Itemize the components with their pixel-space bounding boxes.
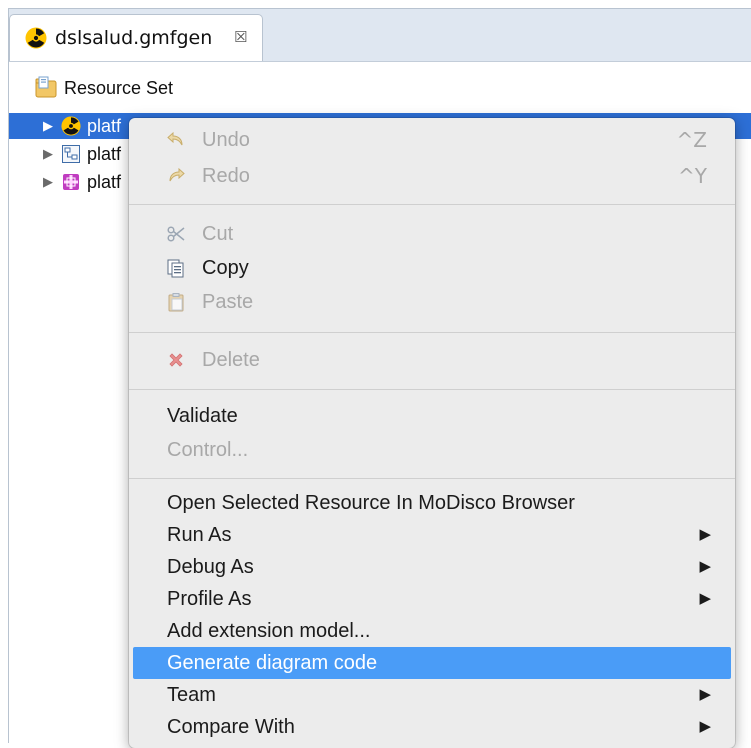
expand-arrow-icon[interactable]: ▶ [43,141,53,167]
model-icon [62,145,80,163]
menu-separator [129,389,735,390]
menu-open-modisco-label: Open Selected Resource In MoDisco Browse… [167,492,575,514]
editor-tab-title: dslsalud.gmfgen [55,27,213,49]
resource-set-icon [35,76,57,98]
menu-delete-label: Delete [202,349,260,371]
radiation-icon [25,27,47,49]
copy-icon [167,259,184,278]
menu-cut[interactable]: Cut [129,218,735,250]
menu-redo-shortcut: ^Y [678,164,707,188]
menu-control[interactable]: Control... [129,434,735,466]
menu-undo[interactable]: Undo ^Z [129,124,735,156]
ecore-icon [63,174,79,190]
radiation-icon [61,116,81,136]
menu-delete[interactable]: Delete [129,344,735,376]
menu-redo-label: Redo [202,165,250,187]
context-menu: Undo ^Z Redo ^Y Cut Copy Paste Delete Va… [129,118,735,748]
menu-team-label: Team [167,684,216,706]
menu-paste-label: Paste [202,291,254,313]
menu-paste[interactable]: Paste [129,286,735,318]
undo-icon [167,131,183,146]
menu-team[interactable]: Team ▶ [129,679,735,711]
expand-arrow-icon[interactable]: ▶ [43,169,53,195]
menu-generate-diagram-code[interactable]: Generate diagram code [133,647,731,679]
menu-generate-diagram-code-label: Generate diagram code [167,652,378,674]
menu-compare-with[interactable]: Compare With ▶ [129,711,735,743]
editor-tab[interactable]: dslsalud.gmfgen ☒ [9,14,263,61]
menu-validate[interactable]: Validate [129,400,735,432]
expand-arrow-icon[interactable]: ▶ [43,113,53,139]
menu-run-as[interactable]: Run As ▶ [129,519,735,551]
menu-cut-label: Cut [202,223,234,245]
menu-separator [129,204,735,205]
paste-icon [168,293,184,312]
submenu-arrow-icon: ▶ [699,558,711,575]
menu-undo-label: Undo [202,129,250,151]
menu-debug-as[interactable]: Debug As ▶ [129,551,735,583]
menu-profile-as[interactable]: Profile As ▶ [129,583,735,615]
tree-root-row[interactable]: Resource Set [9,75,751,101]
submenu-arrow-icon: ▶ [699,590,711,607]
menu-separator [129,332,735,333]
tree-root-label: Resource Set [64,78,174,98]
menu-profile-as-label: Profile As [167,588,252,610]
menu-validate-label: Validate [167,405,238,427]
tree-item-label: platf [87,144,122,164]
menu-separator [129,478,735,479]
editor-tab-bar: dslsalud.gmfgen ☒ [9,9,751,62]
menu-debug-as-label: Debug As [167,556,254,578]
submenu-arrow-icon: ▶ [699,686,711,703]
menu-add-extension-model[interactable]: Add extension model... [129,615,735,647]
menu-undo-shortcut: ^Z [676,128,707,152]
submenu-arrow-icon: ▶ [699,526,711,543]
menu-run-as-label: Run As [167,524,232,546]
menu-open-modisco[interactable]: Open Selected Resource In MoDisco Browse… [129,487,735,519]
delete-icon [169,353,183,367]
close-icon[interactable]: ☒ [234,26,247,48]
menu-copy-label: Copy [202,257,249,279]
menu-add-extension-model-label: Add extension model... [167,620,371,642]
redo-icon [169,167,185,182]
submenu-arrow-icon: ▶ [699,718,711,735]
menu-compare-with-label: Compare With [167,716,295,738]
menu-copy[interactable]: Copy [129,252,735,284]
scissors-icon [167,226,185,242]
tree-item-label: platf [87,172,122,192]
menu-redo[interactable]: Redo ^Y [129,160,735,192]
tree-item-label: platf [87,116,122,136]
menu-control-label: Control... [167,439,249,461]
